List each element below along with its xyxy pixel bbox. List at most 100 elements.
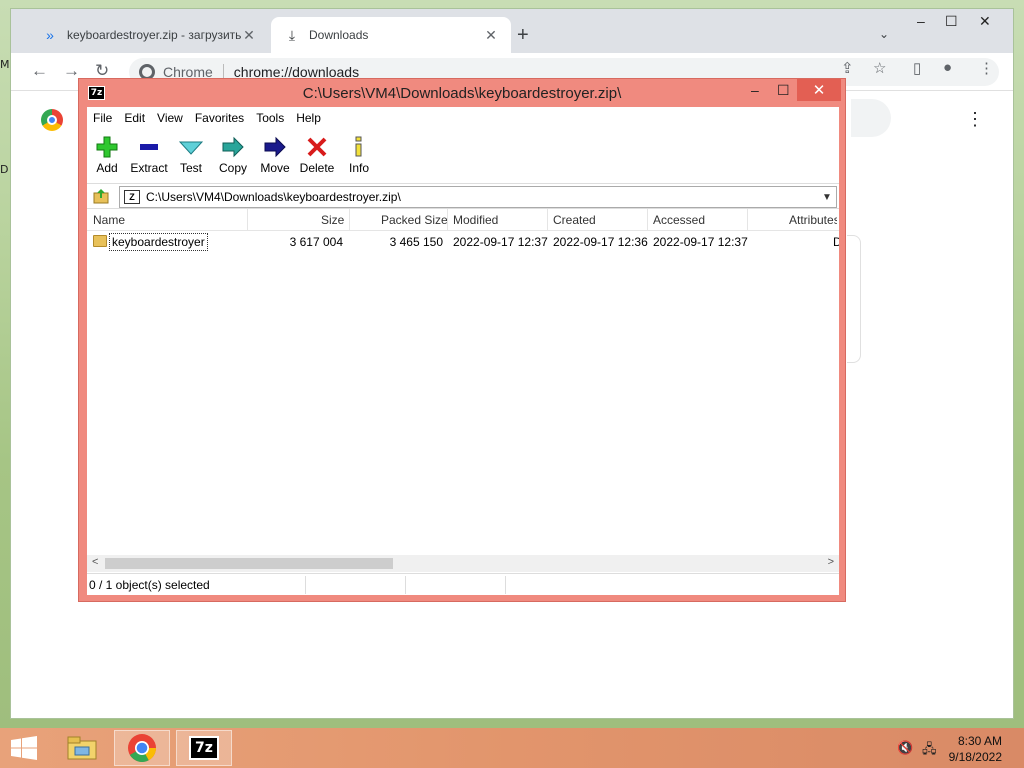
col-name[interactable]: Name <box>93 213 125 227</box>
downloads-search-field[interactable] <box>851 99 891 137</box>
maximize-button[interactable]: ☐ <box>945 13 958 30</box>
side-panel-icon[interactable]: ▯ <box>913 59 921 77</box>
row-accessed: 2022-09-17 12:37 <box>653 235 748 249</box>
window-title: C:\Users\VM4\Downloads\keyboardestroyer.… <box>302 84 622 102</box>
minus-icon <box>127 133 171 161</box>
back-icon[interactable]: ← <box>31 61 48 81</box>
scroll-left-icon[interactable]: < <box>92 556 98 568</box>
profile-icon[interactable]: ● <box>943 59 952 76</box>
7zip-logo: 7z <box>189 736 219 760</box>
new-tab-button[interactable]: + <box>517 25 529 45</box>
menu-tools[interactable]: Tools <box>256 111 284 125</box>
menu-favorites[interactable]: Favorites <box>195 111 244 125</box>
col-modified[interactable]: Modified <box>453 213 498 227</box>
column-header: Name Size Packed Size Modified Created A… <box>87 209 839 231</box>
share-icon[interactable]: ⇪ <box>841 59 854 77</box>
volume-muted-icon[interactable]: 🔇 <box>897 740 913 756</box>
system-clock[interactable]: 8:30 AM 9/18/2022 <box>949 733 1002 765</box>
desktop-fragment: M <box>0 58 10 71</box>
row-modified: 2022-09-17 12:37 <box>453 235 548 249</box>
table-row[interactable]: keyboardestroyer 3 617 004 3 465 150 202… <box>87 233 839 251</box>
status-bar: 0 / 1 object(s) selected <box>87 573 839 595</box>
clock-time: 8:30 AM <box>957 734 1002 748</box>
move-button[interactable]: Move <box>253 133 297 175</box>
test-label: Test <box>179 161 202 175</box>
close-icon[interactable]: ✕ <box>241 27 257 44</box>
delete-button[interactable]: Delete <box>295 133 339 175</box>
move-label: Move <box>260 161 290 175</box>
copy-label: Copy <box>218 161 247 175</box>
info-button[interactable]: Info <box>337 133 381 175</box>
folder-up-icon[interactable] <box>93 188 109 204</box>
chrome-taskbar-icon[interactable] <box>114 730 170 766</box>
extract-label: Extract <box>130 161 168 175</box>
horizontal-scrollbar[interactable]: < > <box>87 555 839 572</box>
network-icon[interactable]: 🖧 <box>922 740 937 762</box>
tab-strip: » keyboardestroyer.zip - загрузить ✕ ⤓ D… <box>11 9 1013 53</box>
menu-view[interactable]: View <box>157 111 183 125</box>
menu-icon[interactable]: ⋮ <box>979 59 994 77</box>
check-icon <box>169 133 213 161</box>
windows-start-icon[interactable] <box>10 736 38 760</box>
close-window-button[interactable]: ✕ <box>979 13 991 30</box>
col-size[interactable]: Size <box>321 213 344 227</box>
minimize-button[interactable]: – <box>917 13 925 29</box>
folder-icon <box>93 235 107 247</box>
tab-search-icon[interactable]: ⌄ <box>879 27 889 41</box>
row-packed: 3 465 150 <box>389 235 443 249</box>
tab-label: keyboardestroyer.zip - загрузить <box>67 28 241 42</box>
download-card-edge <box>847 235 861 363</box>
status-text: 0 / 1 object(s) selected <box>89 578 210 592</box>
menu-edit[interactable]: Edit <box>124 111 145 125</box>
chrome-logo-icon <box>41 109 63 131</box>
desktop-fragment: D <box>0 163 9 176</box>
chevron-down-icon[interactable]: ▼ <box>822 192 836 203</box>
file-list: Name Size Packed Size Modified Created A… <box>87 209 839 561</box>
scroll-thumb[interactable] <box>105 558 393 569</box>
col-created[interactable]: Created <box>553 213 596 227</box>
info-label: Info <box>348 161 369 175</box>
row-created: 2022-09-17 12:36 <box>553 235 648 249</box>
more-actions-icon[interactable]: ⋮ <box>966 109 984 130</box>
archive-icon: Z <box>124 190 140 204</box>
row-attributes: D <box>833 235 839 249</box>
row-name: keyboardestroyer <box>109 233 208 251</box>
row-size: 3 617 004 <box>289 235 343 249</box>
close-button[interactable]: ✕ <box>797 79 841 101</box>
menu-help[interactable]: Help <box>296 111 321 125</box>
file-explorer-icon[interactable] <box>54 730 110 766</box>
info-icon <box>337 133 381 161</box>
toolbar: Add Extract Test Copy Move Delete Info <box>87 129 839 183</box>
scroll-right-icon[interactable]: > <box>828 556 834 568</box>
tab-keyboardestroyer[interactable]: » keyboardestroyer.zip - загрузить ✕ <box>29 17 269 53</box>
extract-button[interactable]: Extract <box>127 133 171 175</box>
path-combobox[interactable]: Z C:\Users\VM4\Downloads\keyboardestroye… <box>119 186 837 208</box>
chevrons-icon: » <box>46 27 54 43</box>
clock-date: 9/18/2022 <box>948 750 1002 764</box>
add-button[interactable]: Add <box>85 133 129 175</box>
move-arrow-icon <box>253 133 297 161</box>
col-attributes[interactable]: Attributes <box>789 213 837 227</box>
address-row: Z C:\Users\VM4\Downloads\keyboardestroye… <box>87 183 839 209</box>
copy-arrow-icon <box>211 133 255 161</box>
7zip-taskbar-icon[interactable]: 7z <box>176 730 232 766</box>
7zip-client: File Edit View Favorites Tools Help Add … <box>87 107 839 595</box>
add-label: Add <box>96 161 118 175</box>
col-packed-size[interactable]: Packed Size <box>381 213 448 227</box>
close-icon[interactable]: ✕ <box>483 27 499 44</box>
path-text: C:\Users\VM4\Downloads\keyboardestroyer.… <box>146 190 401 204</box>
taskbar: 7z 🔇 🖧 8:30 AM 9/18/2022 <box>0 728 1024 768</box>
col-accessed[interactable]: Accessed <box>653 213 705 227</box>
star-icon[interactable]: ☆ <box>873 59 886 77</box>
minimize-button[interactable]: – <box>751 82 759 98</box>
delete-x-icon <box>295 133 339 161</box>
plus-icon <box>85 133 129 161</box>
test-button[interactable]: Test <box>169 133 213 175</box>
copy-button[interactable]: Copy <box>211 133 255 175</box>
tab-downloads[interactable]: ⤓ Downloads ✕ <box>271 17 511 53</box>
7zip-window: 7z C:\Users\VM4\Downloads\keyboardestroy… <box>78 78 846 602</box>
delete-label: Delete <box>299 161 335 175</box>
download-icon: ⤓ <box>288 26 296 43</box>
menu-file[interactable]: File <box>93 111 112 125</box>
maximize-button[interactable]: ☐ <box>777 82 790 99</box>
